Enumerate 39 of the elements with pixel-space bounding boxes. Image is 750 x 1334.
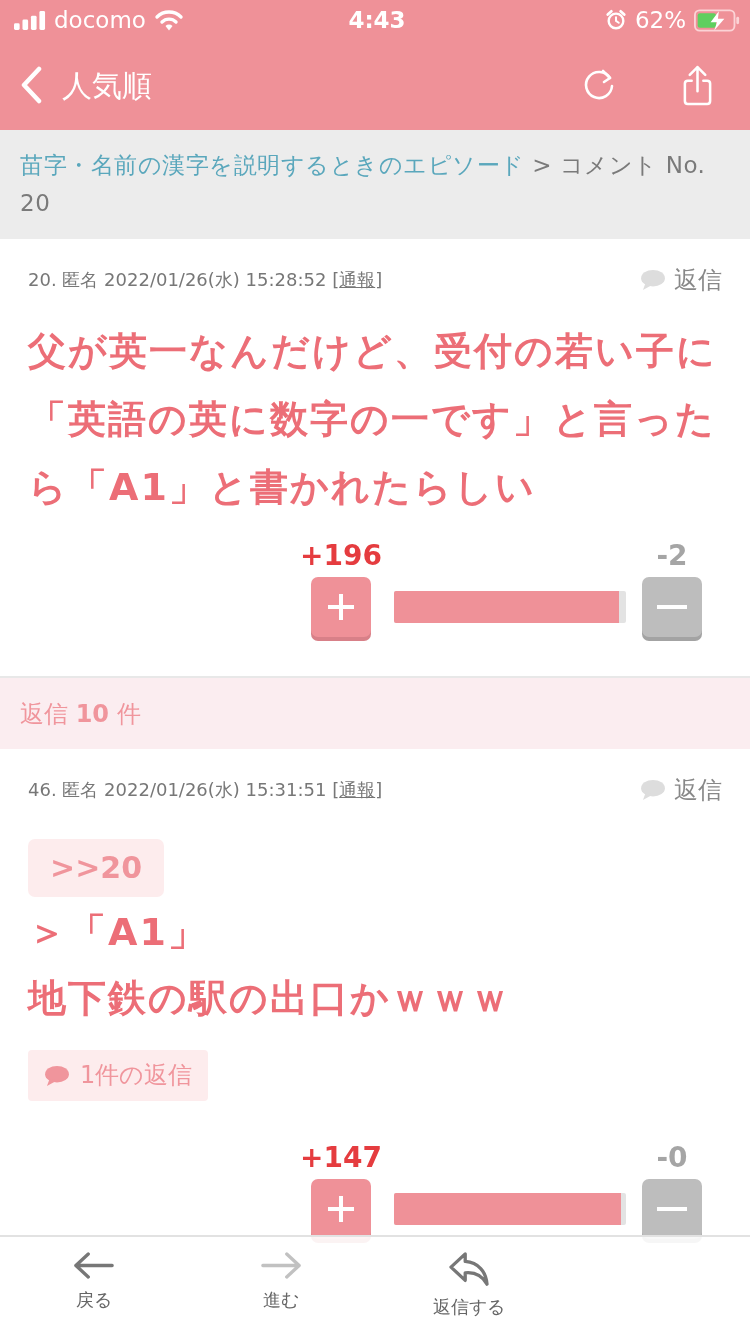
downvote-count: -2 (656, 539, 688, 573)
speech-bubble-icon (640, 779, 666, 801)
wifi-icon (153, 9, 184, 31)
report-link[interactable]: 通報 (339, 779, 376, 800)
share-icon (681, 63, 714, 107)
reply-button[interactable]: 返信する (432, 1251, 505, 1319)
breadcrumb: 苗字・名前の漢字を説明するときのエピソード > コメント No. 20 (20, 151, 707, 218)
speech-bubble-icon (44, 1064, 70, 1087)
battery-percent: 62% (634, 5, 686, 35)
signal-icon (14, 10, 46, 30)
reply-count-link[interactable]: 1件の返信 (28, 1050, 209, 1101)
minus-icon (657, 605, 687, 609)
report-link[interactable]: 通報 (339, 269, 376, 290)
quote-anchor-link[interactable]: >>20 (28, 839, 165, 897)
replies-count-header: 返信 10 件 (20, 698, 141, 729)
minus-icon (657, 1207, 687, 1211)
comment-text: ＞「A1」 (28, 909, 209, 956)
comment-text: 地下鉄の駅の出口かｗｗｗ (28, 975, 512, 1022)
carrier-name: docomo (54, 5, 146, 35)
clock-time: 4:43 (348, 5, 406, 35)
battery-charging-icon (694, 8, 740, 32)
comment-meta: 20. 匿名 2022/01/26(水) 15:28:52 [通報] (28, 268, 383, 292)
back-chevron-icon (20, 66, 42, 104)
reply-link[interactable]: 返信 (640, 267, 722, 293)
speech-bubble-icon (640, 269, 666, 291)
comment-meta: 46. 匿名 2022/01/26(水) 15:31:51 [通報] (28, 778, 383, 802)
plus-icon (325, 592, 356, 622)
upvote-count: +147 (300, 1141, 382, 1175)
reply-link[interactable]: 返信 (640, 777, 722, 803)
nav-title: 人気順 (62, 66, 152, 105)
downvote-count: -0 (656, 1141, 688, 1175)
share-button[interactable] (681, 63, 714, 107)
plus-icon (325, 1194, 356, 1224)
back-link[interactable]: 人気順 (20, 62, 152, 108)
back-button[interactable]: 戻る (72, 1251, 115, 1312)
alarm-clock-icon (604, 9, 627, 31)
upvote-count: +196 (300, 539, 382, 573)
comment-text: 父が英一なんだけど、受付の若い子に「英語の英に数字の一です」と言ったら「A1」と書かれたらしい (28, 328, 718, 511)
breadcrumb-link[interactable]: 苗字・名前の漢字を説明するときのエピソード (20, 152, 525, 178)
